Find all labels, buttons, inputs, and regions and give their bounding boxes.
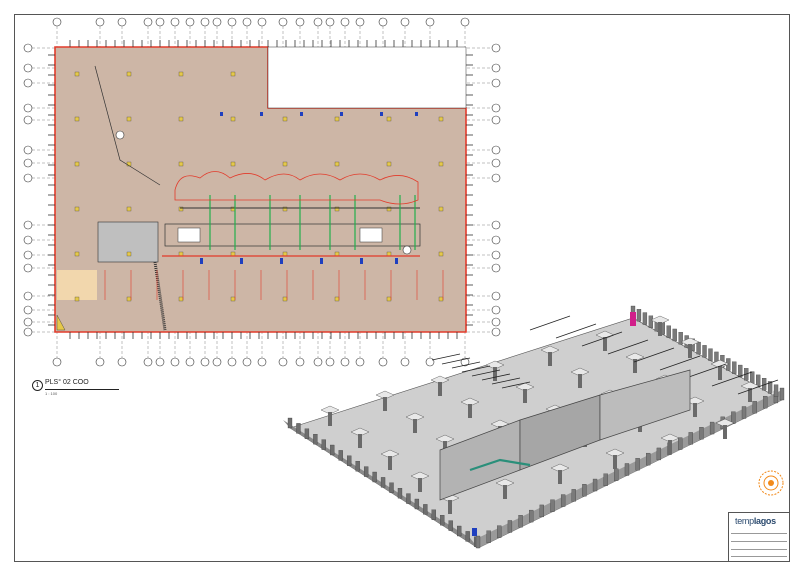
view-title-underline [45, 389, 119, 390]
view-number: 1 [32, 380, 43, 391]
sun-seal-icon [758, 470, 784, 496]
isometric-3d-view[interactable] [0, 0, 800, 566]
drawing-sheet: 1 PLS° 02 COO 1 : 100 templagos [0, 0, 800, 566]
title-block: templagos [728, 512, 790, 562]
company-logo: templagos [735, 516, 776, 526]
iso-marker-magenta [630, 312, 636, 326]
iso-marker-blue [472, 528, 477, 536]
title-row [731, 556, 787, 565]
view-scale: 1 : 100 [45, 391, 58, 396]
view-name: PLS° 02 COO [45, 379, 89, 386]
